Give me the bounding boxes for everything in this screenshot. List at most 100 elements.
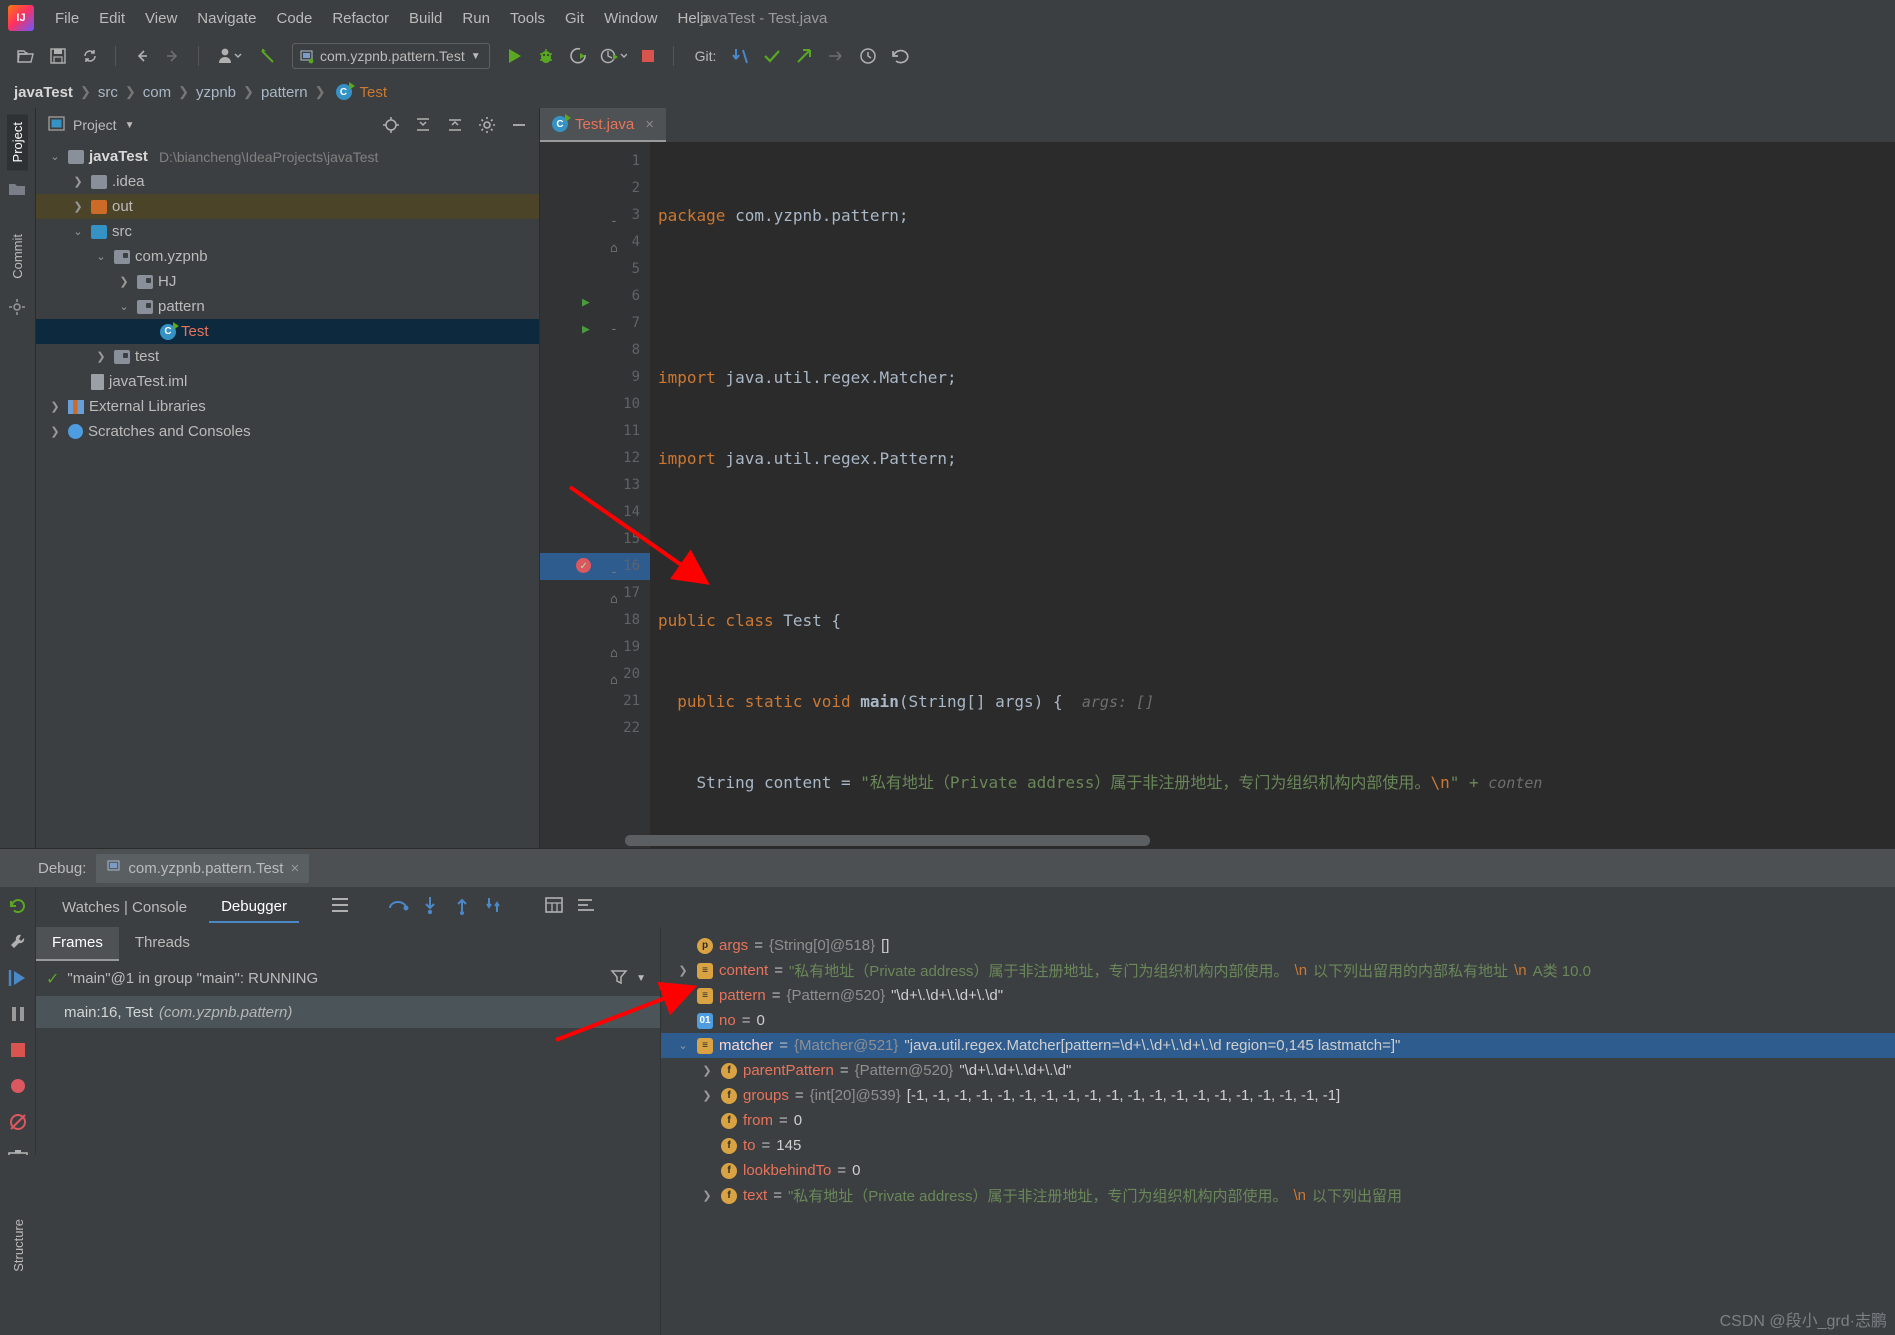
gutter-line-21[interactable]: 21 [540,688,650,715]
open-folder-icon[interactable] [12,42,40,70]
tree-item-test[interactable]: · Test [36,319,539,344]
commit-branch-icon[interactable] [8,298,28,318]
tree-item-pattern[interactable]: ⌄ pattern [36,294,539,319]
variable-row-text[interactable]: ❯ f text = "私有地址（Private address）属于非注册地址，专… [661,1183,1895,1208]
profiler-icon[interactable] [596,42,630,70]
editor-gutter[interactable]: 12-3⌂45▶6▶-789101112131415-16⌂1718⌂19⌂20… [540,142,650,848]
variable-expander[interactable]: · [699,1140,715,1152]
gutter-line-15[interactable]: 15 [540,526,650,553]
forward-arrow-icon[interactable] [159,42,187,70]
gutter-line-4[interactable]: ⌂ 4 [540,229,650,256]
expand-all-icon[interactable] [411,113,435,137]
menu-code[interactable]: Code [267,6,321,31]
close-icon[interactable]: × [290,860,299,877]
filter-icon[interactable] [610,968,628,990]
variable-row-lookbehindTo[interactable]: ·flookbehindTo = 0 [661,1158,1895,1183]
tree-expander[interactable]: ❯ [47,400,63,413]
gutter-line-18[interactable]: 18 [540,607,650,634]
gutter-line-7[interactable]: ▶ -7 [540,310,650,337]
scroll-from-source-icon[interactable] [379,113,403,137]
menu-tools[interactable]: Tools [501,6,554,31]
push-icon[interactable] [790,42,818,70]
menu-navigate[interactable]: Navigate [188,6,265,31]
breadcrumb-item-javaTest[interactable]: javaTest [14,84,73,101]
tab-threads[interactable]: Threads [119,927,206,961]
close-icon[interactable]: × [645,116,654,133]
sync-icon[interactable] [76,42,104,70]
variable-row-no[interactable]: ·01no = 0 [661,1008,1895,1033]
settings-wrench-icon[interactable] [7,931,29,953]
gutter-line-20[interactable]: ⌂ 20 [540,661,650,688]
variable-expander[interactable]: · [699,1165,715,1177]
tree-item-out[interactable]: ❯ out [36,194,539,219]
tree-item-test[interactable]: ❯ test [36,344,539,369]
tree-item--idea[interactable]: ❯ .idea [36,169,539,194]
variable-row-groups[interactable]: ❯ f groups = {int[20]@539} [-1, -1, -1, -1… [661,1083,1895,1108]
editor-tab-test-java[interactable]: Test.java × [540,108,666,142]
variable-row-matcher[interactable]: ⌄ ≡ matcher = {Matcher@521} "java.util.reg… [661,1033,1895,1058]
evaluate-expression-icon[interactable] [543,895,565,919]
breadcrumb-item-yzpnb[interactable]: yzpnb [196,84,236,101]
menu-view[interactable]: View [136,6,186,31]
variable-row-to[interactable]: ·fto = 145 [661,1133,1895,1158]
variable-expander[interactable]: · [675,1015,691,1027]
step-into-icon[interactable] [419,895,441,919]
chevron-down-icon[interactable]: ▼ [125,120,135,131]
frame-row[interactable]: main:16, Test (com.yzpnb.pattern) [36,996,660,1028]
gutter-line-9[interactable]: 9 [540,364,650,391]
gutter-line-5[interactable]: 5 [540,256,650,283]
sidebar-tab-commit[interactable]: Commit [7,226,28,287]
gutter-line-3[interactable]: -3 [540,202,650,229]
breadcrumb-item-pattern[interactable]: pattern [261,84,308,101]
variable-row-args[interactable]: ·pargs = {String[0]@518} [] [661,933,1895,958]
revert-icon[interactable] [822,42,850,70]
variable-expander[interactable]: ❯ [699,1064,715,1077]
variable-expander[interactable]: · [699,1115,715,1127]
gutter-line-17[interactable]: ⌂ 17 [540,580,650,607]
breakpoint-icon[interactable] [576,558,591,573]
variable-row-pattern[interactable]: ❯ ≡ pattern = {Pattern@520} "\d+\.\d+\.\d+… [661,983,1895,1008]
gutter-line-6[interactable]: ▶ 6 [540,283,650,310]
sidebar-tab-project[interactable]: Project [7,114,28,171]
step-over-icon[interactable] [387,895,409,919]
tree-expander[interactable]: ⌄ [47,150,63,163]
save-icon[interactable] [44,42,72,70]
menu-edit[interactable]: Edit [90,6,134,31]
user-avatar-icon[interactable] [210,42,250,70]
rollback-icon[interactable] [886,42,914,70]
thread-row[interactable]: ✓ "main"@1 in group "main": RUNNING ▼ [36,961,660,996]
gutter-line-11[interactable]: 11 [540,418,650,445]
run-coverage-icon[interactable] [564,42,592,70]
tab-debugger[interactable]: Debugger [209,892,299,923]
variable-row-parentPattern[interactable]: ❯ f parentPattern = {Pattern@520} "\d+\.\d… [661,1058,1895,1083]
stop-program-icon[interactable] [7,1039,29,1061]
mute-breakpoints-icon[interactable] [7,1111,29,1133]
gear-icon[interactable] [475,113,499,137]
gutter-line-10[interactable]: 10 [540,391,650,418]
variable-expander[interactable]: ❯ [699,1089,715,1102]
tree-expander[interactable]: ❯ [93,350,109,363]
tree-expander[interactable]: ❯ [70,175,86,188]
gutter-line-22[interactable]: 22 [540,715,650,742]
history-icon[interactable] [854,42,882,70]
run-icon[interactable] [500,42,528,70]
gutter-line-19[interactable]: ⌂ 19 [540,634,650,661]
tree-item-external-libraries[interactable]: ❯ External Libraries [36,394,539,419]
menu-git[interactable]: Git [556,6,593,31]
menu-file[interactable]: File [46,6,88,31]
hide-panel-icon[interactable] [507,113,531,137]
tree-expander[interactable]: ❯ [47,425,63,438]
variable-expander[interactable]: · [675,940,691,952]
step-out-icon[interactable] [451,895,473,919]
view-breakpoints-icon[interactable] [7,1075,29,1097]
gutter-line-1[interactable]: 1 [540,148,650,175]
breadcrumb-item-com[interactable]: com [143,84,171,101]
chevron-down-icon[interactable]: ▼ [471,51,481,62]
gutter-line-2[interactable]: 2 [540,175,650,202]
stop-icon[interactable] [634,42,662,70]
undo-checkout-icon[interactable] [254,42,282,70]
variable-expander[interactable]: ❯ [675,964,691,977]
tree-item-hj[interactable]: ❯ HJ [36,269,539,294]
menu-run[interactable]: Run [453,6,499,31]
gutter-line-8[interactable]: 8 [540,337,650,364]
